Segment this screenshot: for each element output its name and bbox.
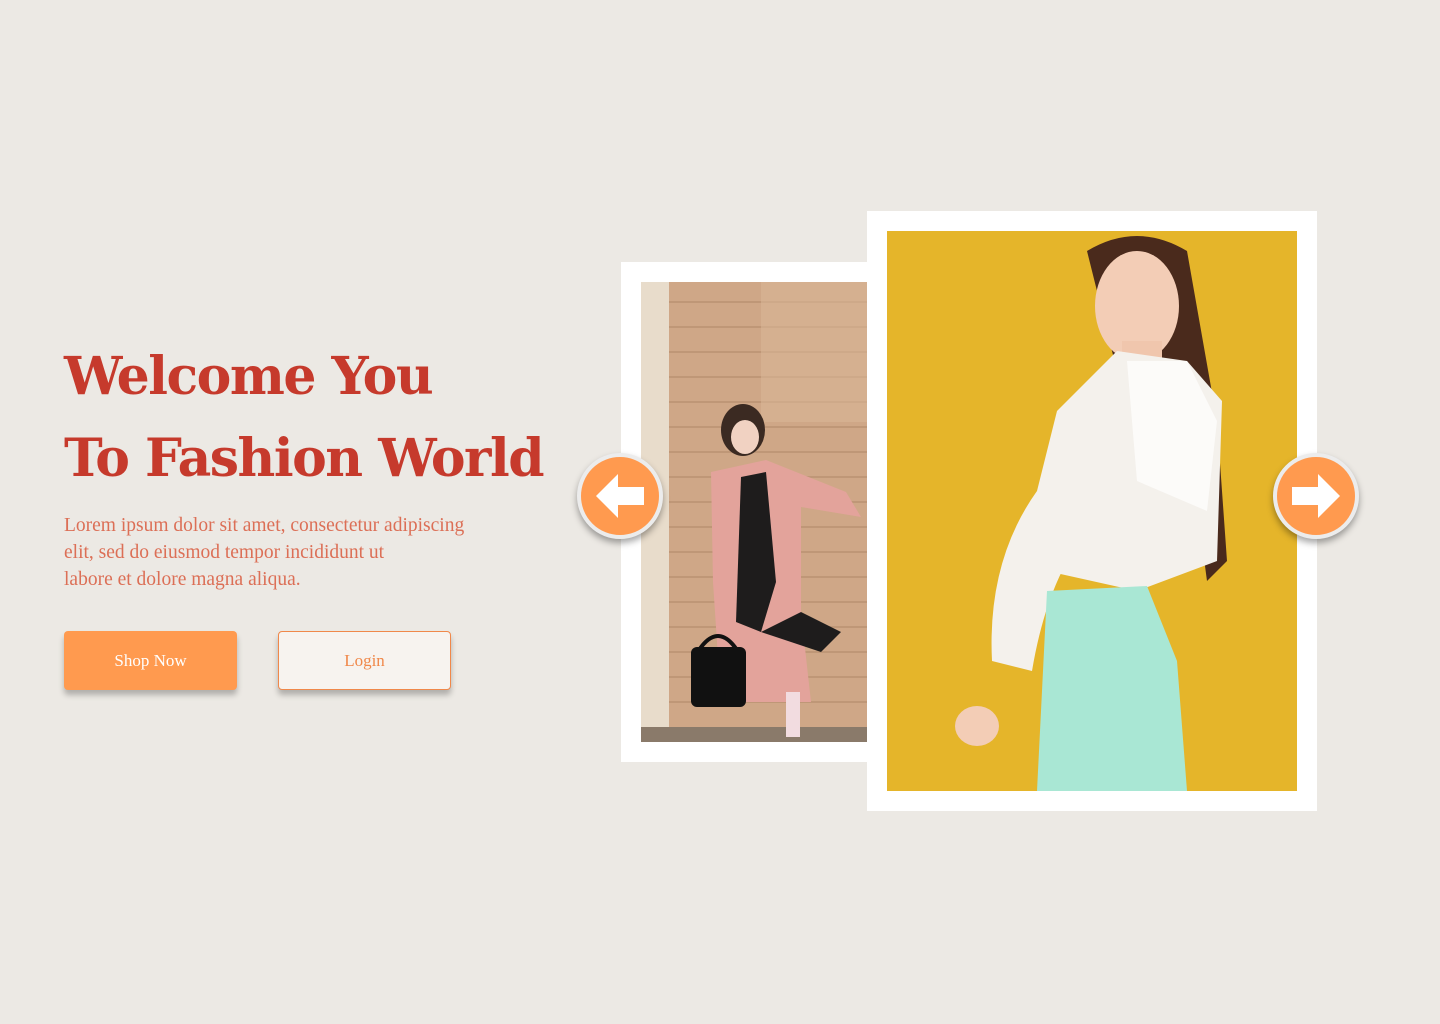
login-button[interactable]: Login [278,631,451,690]
hero-title-line-2: To Fashion World [64,428,545,489]
hero-description: Lorem ipsum dolor sit amet, consectetur … [64,512,534,593]
arrow-right-icon [1292,474,1340,518]
carousel-next-button[interactable] [1273,453,1359,539]
fashion-photo-pink-coat [641,282,867,742]
arrow-left-icon [596,474,644,518]
shop-now-button[interactable]: Shop Now [64,631,237,690]
fashion-photo-white-blouse [887,231,1297,791]
hero-title: Welcome You To Fashion World [64,336,545,500]
carousel-prev-button[interactable] [577,453,663,539]
hero-description-line-3: labore et dolore magna aliqua. [64,569,301,590]
hero-title-line-1: Welcome You [64,346,434,407]
photo-card-main [867,211,1317,811]
hero-description-line-1: Lorem ipsum dolor sit amet, consectetur … [64,515,465,536]
hero-description-line-2: elit, sed do eiusmod tempor incididunt u… [64,542,385,563]
